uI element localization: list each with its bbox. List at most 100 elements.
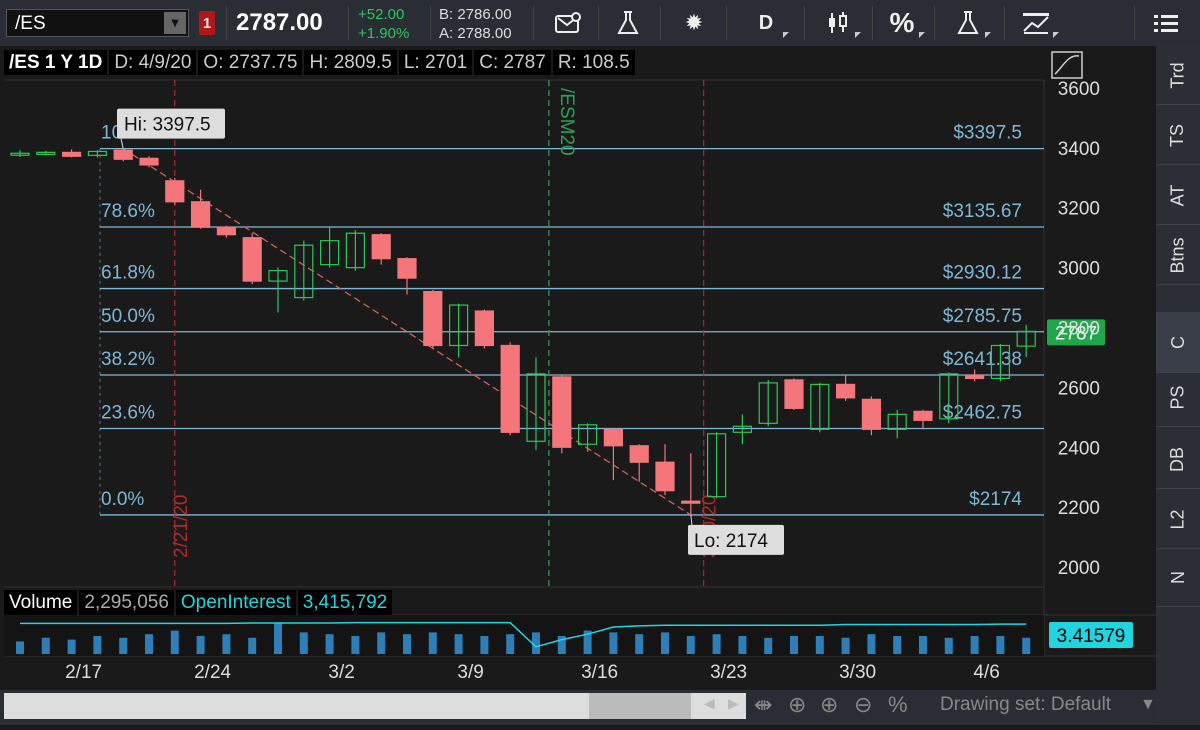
percent-icon[interactable]: %	[876, 6, 928, 40]
divider	[1004, 6, 1005, 40]
chevron-down-icon[interactable]: ▼	[1140, 696, 1156, 714]
drawing-tools-icon[interactable]	[1010, 6, 1062, 40]
x-tick-label: 4/6	[973, 662, 999, 683]
volume-bar	[609, 632, 618, 654]
top-toolbar: /ES ▼ 1 2787.00 +52.00 +1.90% B: 2786.00…	[0, 0, 1200, 47]
y-tick-label: 2000	[1058, 558, 1100, 579]
fib-percent-label: 50.0%	[101, 306, 155, 327]
fib-price-label: $2174	[969, 489, 1022, 510]
candle-body	[371, 234, 391, 260]
candle-body	[861, 398, 882, 430]
candle-body	[552, 376, 572, 448]
tab-l2[interactable]: L2	[1156, 490, 1200, 549]
zoom-out-icon[interactable]: ⊖	[854, 692, 872, 718]
divider	[804, 6, 805, 40]
divider	[660, 6, 661, 40]
x-tick-label: 2/24	[194, 662, 231, 683]
dropdown-corner-icon	[985, 32, 991, 38]
vertical-marker-label: 2/21/20	[171, 495, 192, 558]
candle-body	[964, 374, 985, 380]
last-price: 2787.00	[236, 9, 323, 36]
fib-percent-label: 78.6%	[101, 201, 155, 222]
candle-body	[165, 180, 185, 203]
chart-area[interactable]: 100.0%$3397.578.6%$3135.6761.8%$2930.125…	[0, 46, 1156, 725]
tab-ps[interactable]: PS	[1156, 368, 1200, 427]
divider	[1134, 6, 1135, 40]
candle-body	[242, 237, 262, 282]
studies-flask-icon[interactable]	[942, 6, 994, 40]
chevron-down-icon[interactable]: ▼	[164, 12, 186, 34]
volume-bar	[790, 636, 798, 654]
symbol-period[interactable]: /ES 1 Y 1D	[4, 50, 108, 75]
candle-body	[61, 151, 82, 157]
tab-n[interactable]: N	[1156, 548, 1200, 607]
price-chart[interactable]: 100.0%$3397.578.6%$3135.6761.8%$2930.125…	[0, 46, 1156, 725]
candle-body	[113, 149, 133, 160]
x-tick-label: 3/30	[839, 662, 876, 683]
x-tick-label: 2/17	[65, 662, 102, 683]
scroll-right-icon[interactable]: ▶	[728, 695, 739, 712]
tab-trd[interactable]: Trd	[1156, 46, 1200, 105]
tab-label: TS	[1167, 123, 1188, 147]
candle-body	[139, 157, 159, 166]
period-dropdown[interactable]: D	[740, 6, 792, 40]
dropdown-corner-icon	[783, 32, 789, 38]
candle-body	[500, 344, 520, 433]
percent-zoom-icon[interactable]: %	[888, 692, 908, 718]
flask-icon[interactable]	[602, 6, 654, 40]
fib-price-label: $2641.38	[943, 349, 1022, 370]
ask-price: A: 2788.00	[439, 25, 512, 42]
y-tick-label: 2200	[1058, 498, 1100, 519]
tab-label: AT	[1167, 184, 1188, 206]
open-interest-label[interactable]: OpenInterest	[175, 590, 296, 615]
fib-price-label: $3397.5	[953, 123, 1022, 144]
tab-c[interactable]: C	[1156, 312, 1200, 373]
volume-bar	[67, 639, 76, 654]
scroll-left-icon[interactable]: ◀	[704, 695, 715, 712]
volume-bar	[41, 637, 50, 654]
x-tick-label: 3/23	[710, 662, 747, 683]
volume-bar	[222, 634, 231, 654]
drawing-set-selector[interactable]: Drawing set: Default	[940, 694, 1111, 716]
scrollbar-thumb[interactable]	[589, 693, 691, 719]
tab-at[interactable]: AT	[1156, 166, 1200, 225]
tab-label: L2	[1167, 508, 1188, 530]
x-tick-label: 3/2	[328, 662, 354, 683]
volume-label[interactable]: Volume	[4, 590, 78, 615]
tab-db[interactable]: DB	[1156, 430, 1200, 489]
menu-icon[interactable]	[1140, 6, 1192, 40]
lo-label: Lo: 2174	[694, 531, 768, 552]
vertical-marker-label: /ESM20	[556, 88, 577, 156]
zoom-in-icon[interactable]: ⊕	[820, 692, 838, 718]
candle-body	[629, 445, 649, 463]
tab-label: Trd	[1167, 61, 1188, 89]
message-icon[interactable]	[542, 6, 594, 40]
candle-body	[397, 258, 417, 279]
crosshair-icon[interactable]: ⊕	[788, 692, 806, 718]
divider	[348, 6, 349, 40]
volume-bar	[970, 636, 979, 654]
info-high: H: 2809.5	[304, 50, 397, 75]
divider	[872, 6, 873, 40]
volume-bar	[351, 636, 360, 654]
y-tick-label: 2600	[1058, 378, 1100, 399]
volume-bar	[93, 636, 102, 654]
tab-btns[interactable]: Btns	[1156, 226, 1200, 285]
divider	[726, 6, 727, 40]
gear-icon[interactable]: ✹	[668, 6, 720, 40]
y-tick-label: 3200	[1058, 199, 1100, 220]
fib-percent-label: 0.0%	[101, 489, 144, 510]
tab-ts[interactable]: TS	[1156, 106, 1200, 165]
candlestick-style-icon[interactable]	[812, 6, 864, 40]
volume-bar	[377, 632, 386, 654]
price-change: +52.00	[358, 6, 405, 23]
pan-icon[interactable]: ⇼	[754, 692, 772, 718]
symbol-text: /ES	[15, 13, 46, 34]
symbol-selector[interactable]: /ES ▼	[6, 9, 189, 37]
volume-bar	[738, 636, 747, 654]
link-badge[interactable]: 1	[199, 11, 215, 35]
info-close: C: 2787	[474, 50, 551, 75]
volume-bar	[506, 634, 515, 654]
volume-bar	[815, 636, 824, 654]
volume-bar	[403, 634, 411, 654]
